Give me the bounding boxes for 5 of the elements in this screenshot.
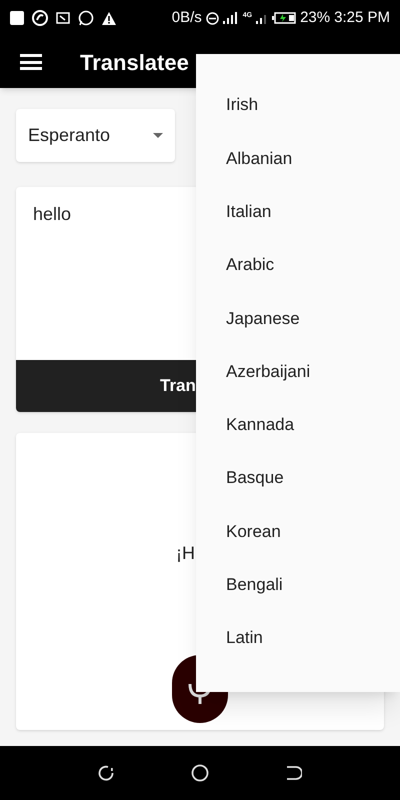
- network-speed: 0B/s: [172, 8, 202, 28]
- clock: 3:25 PM: [334, 8, 390, 28]
- translated-text: ¡H: [176, 542, 195, 565]
- battery-percent: 23%: [300, 8, 330, 28]
- app-title: Translatee: [80, 48, 189, 76]
